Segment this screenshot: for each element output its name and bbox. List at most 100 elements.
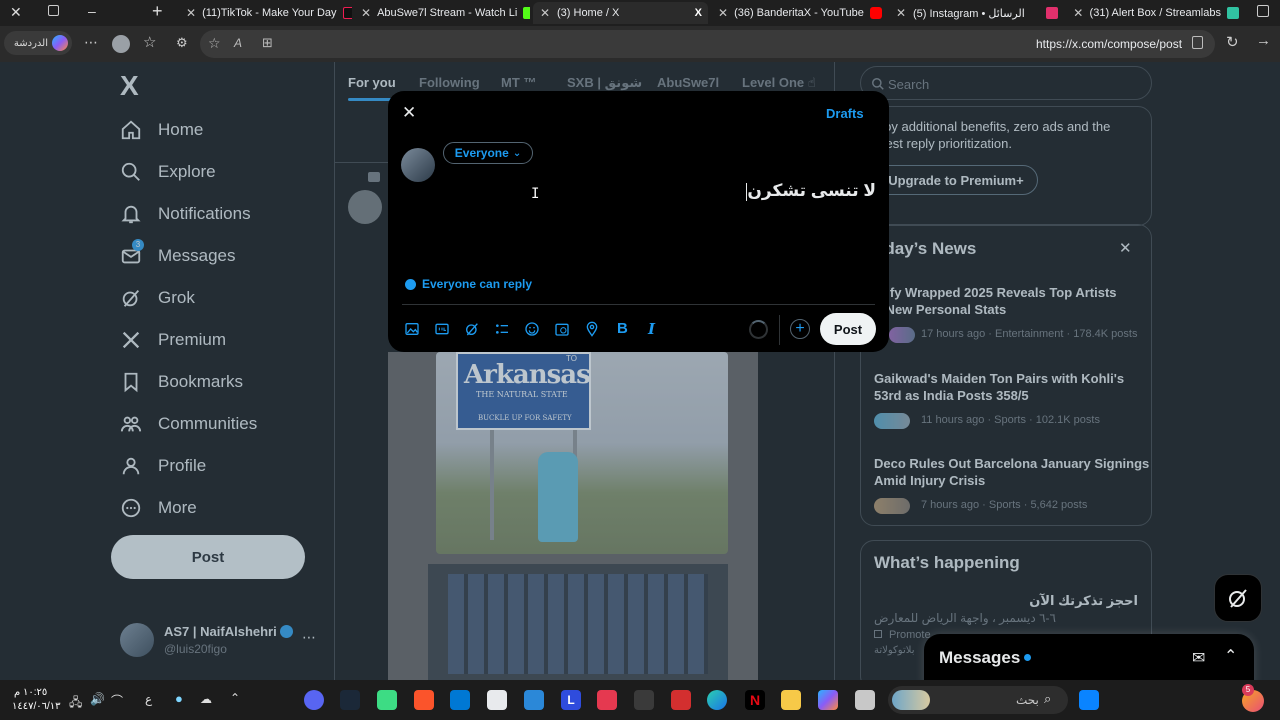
wifi-icon[interactable]: ⌒: [111, 692, 123, 709]
store-icon[interactable]: [634, 690, 654, 710]
clock-date[interactable]: ١٤٤٧/٠٦/١٣: [12, 701, 61, 712]
tray-chevron-icon[interactable]: ⌃: [230, 691, 240, 705]
copilot-chat-button[interactable]: الدردشة: [4, 31, 72, 55]
messages-drawer-title: Messages: [939, 648, 1021, 667]
post-button[interactable]: Post: [820, 313, 876, 345]
copilot-icon[interactable]: [818, 690, 838, 710]
compose-modal: ✕ Drafts Everyone ⌄ لا تنسى تشكرن Everyo…: [388, 91, 889, 352]
schedule-icon[interactable]: [554, 321, 570, 337]
windows-start-icon[interactable]: [1079, 690, 1099, 710]
favorites-icon[interactable]: ☆: [143, 33, 156, 51]
minimize-icon[interactable]: –: [88, 3, 96, 19]
tab-title: (3) Home / X: [557, 7, 620, 19]
l-app-icon[interactable]: L: [561, 690, 581, 710]
tab-tiktok[interactable]: ✕ (11)TikTok - Make Your Day: [180, 2, 352, 24]
chat-label: الدردشة: [13, 37, 48, 49]
bold-icon[interactable]: B: [617, 320, 628, 337]
new-message-icon[interactable]: ✉: [1192, 648, 1205, 668]
taskbar-search[interactable]: بحث ⌕: [888, 686, 1068, 714]
extensions-icon[interactable]: ⚙: [176, 35, 188, 51]
ibeam-cursor-icon: I: [531, 186, 540, 202]
audience-selector[interactable]: Everyone ⌄: [443, 142, 533, 164]
steam-icon[interactable]: [340, 690, 360, 710]
split-screen-icon[interactable]: ⊞: [262, 35, 273, 51]
reply-setting-label: Everyone can reply: [422, 277, 533, 291]
brave-icon[interactable]: [414, 690, 434, 710]
grok-icon: [1229, 589, 1247, 608]
url-field[interactable]: ☆ A ⊞ https://x.com/compose/post: [200, 30, 1215, 58]
language-indicator[interactable]: ع: [145, 692, 152, 706]
refresh-icon[interactable]: ↻: [1226, 33, 1239, 51]
post-text-area[interactable]: لا تنسى تشكرن: [448, 181, 876, 221]
tab-close-icon[interactable]: ✕: [361, 6, 371, 20]
tab-kick[interactable]: ✕ AbuSwe7l Stream - Watch Li: [355, 2, 530, 24]
tab-title: (36) BanderitaX - YouTube: [734, 7, 864, 19]
media-player-icon[interactable]: [597, 690, 617, 710]
mic-icon[interactable]: ●: [175, 691, 183, 706]
tab-x-home[interactable]: ✕ (3) Home / X X: [533, 2, 708, 24]
volume-icon[interactable]: 🔊: [90, 692, 105, 706]
add-thread-icon[interactable]: +: [790, 319, 810, 339]
tab-close-icon[interactable]: ✕: [539, 6, 551, 20]
unread-dot: [1024, 654, 1031, 661]
edge-icon[interactable]: [707, 690, 727, 710]
game-launcher-icon[interactable]: [377, 690, 397, 710]
security-app-icon[interactable]: [671, 690, 691, 710]
reply-setting[interactable]: Everyone can reply: [405, 277, 532, 291]
tab-close-icon[interactable]: ✕: [1073, 6, 1084, 20]
grok-icon[interactable]: [464, 321, 480, 337]
cloud-icon[interactable]: ☁: [200, 692, 212, 706]
location-icon[interactable]: [584, 321, 600, 337]
tab-close-icon[interactable]: ✕: [718, 6, 728, 20]
lock-icon[interactable]: [1192, 36, 1203, 49]
taskbar-search-placeholder: بحث: [1016, 693, 1039, 707]
discord-icon[interactable]: [304, 690, 324, 710]
notification-bell-icon[interactable]: 🖧: [69, 693, 82, 714]
close-modal-icon[interactable]: ✕: [402, 103, 416, 123]
outlook-icon[interactable]: [450, 690, 470, 710]
tab-title: (31) Alert Box / Streamlabs: [1089, 7, 1221, 19]
copilot-icon: [52, 35, 68, 51]
url-text: https://x.com/compose/post: [1036, 37, 1183, 51]
audience-label: Everyone: [454, 146, 509, 160]
italic-icon[interactable]: I: [648, 320, 655, 338]
chevron-down-icon: ⌄: [512, 147, 522, 159]
close-window-icon[interactable]: ✕: [10, 4, 22, 21]
tab-close-icon[interactable]: ✕: [895, 6, 907, 20]
clock-time[interactable]: ١٠:٢٥ م: [14, 687, 47, 698]
new-tab-icon[interactable]: +: [152, 1, 163, 22]
tab-title: (11)TikTok - Make Your Day: [202, 7, 337, 19]
maximize-icon[interactable]: [1257, 5, 1269, 17]
mail-app-icon[interactable]: [524, 690, 544, 710]
menu-dots-icon[interactable]: ⋯: [84, 34, 98, 51]
grok-floating-button[interactable]: [1214, 574, 1262, 622]
messages-drawer[interactable]: Messages ✉ ⌃: [924, 634, 1254, 680]
media-icon[interactable]: [404, 321, 420, 337]
netflix-icon[interactable]: N: [745, 690, 765, 710]
add-favorite-icon[interactable]: ☆: [208, 35, 221, 52]
toolbar-divider: [779, 315, 780, 345]
app-icon[interactable]: [487, 690, 507, 710]
file-explorer-icon[interactable]: [781, 690, 801, 710]
drafts-button[interactable]: Drafts: [826, 106, 864, 121]
poll-icon[interactable]: [494, 321, 510, 337]
tab-actions-icon[interactable]: [48, 5, 59, 16]
gif-icon[interactable]: [434, 321, 450, 337]
expand-icon[interactable]: ⌃: [1224, 646, 1237, 666]
character-counter-icon: [749, 320, 768, 339]
task-view-icon[interactable]: [855, 690, 875, 710]
forward-icon[interactable]: →: [1256, 32, 1271, 49]
tab-streamlabs[interactable]: ✕ (31) Alert Box / Streamlabs: [1067, 2, 1245, 24]
tiktok-icon: [342, 7, 352, 19]
youtube-icon: [869, 7, 882, 19]
compose-divider: [402, 304, 875, 305]
profile-avatar-icon[interactable]: [112, 35, 130, 53]
tab-close-icon[interactable]: ✕: [186, 6, 196, 20]
search-highlight-icon: [892, 690, 930, 710]
tab-youtube[interactable]: ✕ (36) BanderitaX - YouTube: [712, 2, 887, 24]
tab-instagram[interactable]: ✕ (5) Instagram • الرسائل: [889, 2, 1064, 24]
address-bar: الدردشة ⋯ ☆ ⚙ ☆ A ⊞ https://x.com/compos…: [0, 26, 1280, 62]
emoji-icon[interactable]: [524, 321, 540, 337]
read-aloud-icon[interactable]: A: [234, 36, 242, 50]
browser-tab-bar: ✕ – + ✕ (11)TikTok - Make Your Day ✕ Abu…: [0, 0, 1280, 26]
